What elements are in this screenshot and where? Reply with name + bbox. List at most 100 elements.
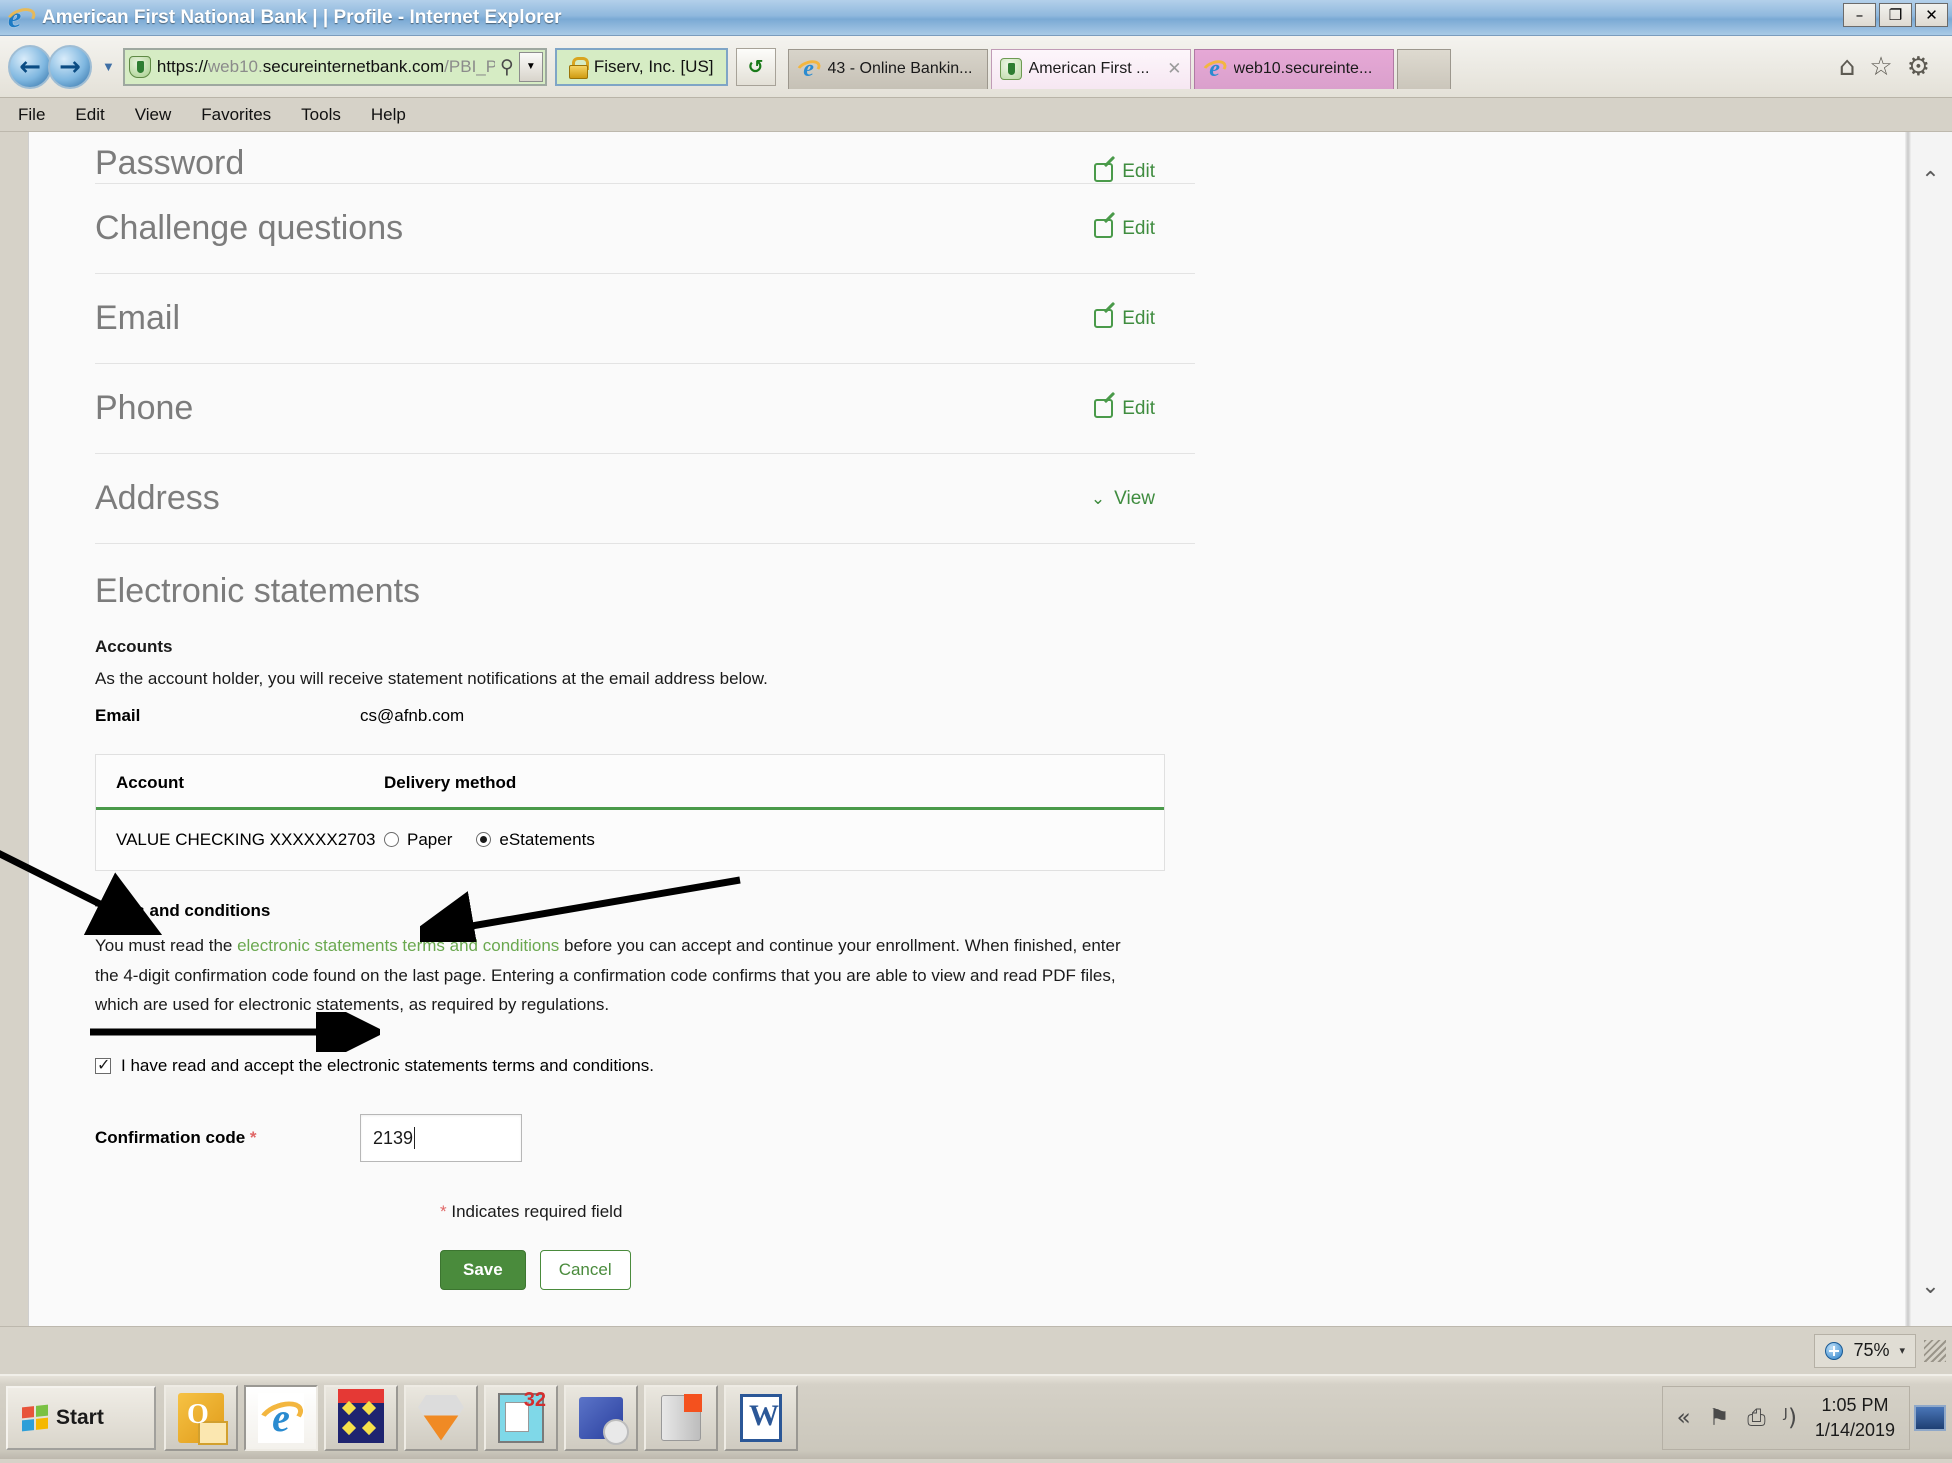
tab-label: 43 - Online Bankin...: [827, 60, 973, 77]
jar-icon: [661, 1393, 702, 1441]
clock[interactable]: 1:05 PM 1/14/2019: [1815, 1393, 1895, 1442]
address-view-link[interactable]: ⌄ View: [1091, 488, 1195, 510]
browser-toolbar: ← → ▼ https://web10.secureinternetbank.c…: [0, 36, 1952, 98]
new-tab-button[interactable]: [1396, 48, 1451, 89]
taskbar-item-remote-desktop-app[interactable]: [564, 1384, 638, 1451]
radio-paper[interactable]: [384, 832, 399, 848]
chevron-down-icon[interactable]: ▾: [1899, 1344, 1905, 1357]
section-title-electronic-statements: Electronic statements: [95, 572, 421, 610]
back-button[interactable]: ←: [8, 44, 52, 89]
scroll-down-icon[interactable]: ⌄: [1909, 1264, 1952, 1308]
email-edit-link[interactable]: Edit: [1094, 308, 1195, 330]
accounts-note: As the account holder, you will receive …: [95, 669, 768, 688]
terms-and-conditions-link[interactable]: electronic statements terms and conditio…: [237, 936, 559, 955]
profile-row-password[interactable]: Password Edit: [95, 138, 1195, 184]
tab-label: American First ...: [1028, 60, 1150, 77]
left-gutter: [0, 132, 28, 1326]
tools-gear-icon[interactable]: ⚙: [1907, 54, 1930, 80]
show-desktop-button[interactable]: [1914, 1404, 1946, 1431]
save-button[interactable]: Save: [440, 1250, 526, 1291]
menu-help[interactable]: Help: [371, 105, 406, 125]
favorites-star-icon[interactable]: ☆: [1869, 54, 1892, 80]
zoom-control[interactable]: 75% ▾: [1814, 1333, 1916, 1368]
confirmation-code-value: 2139: [373, 1127, 414, 1148]
ssl-organization-label: Fiserv, Inc. [US]: [593, 56, 714, 76]
profile-row-email[interactable]: Email Edit: [95, 274, 1195, 364]
accept-terms-checkbox-row[interactable]: I have read and accept the electronic st…: [95, 1055, 1195, 1076]
home-icon[interactable]: ⌂: [1839, 54, 1856, 80]
link-label: Edit: [1122, 161, 1155, 182]
menu-file[interactable]: File: [18, 105, 45, 125]
action-center-flag-icon[interactable]: ⚑: [1709, 1405, 1730, 1431]
close-button[interactable]: ✕: [1915, 3, 1948, 27]
taskbar-item-gem-app[interactable]: [404, 1384, 478, 1451]
taskbar-item-outlook[interactable]: [164, 1384, 238, 1451]
scrollbar-track[interactable]: [1905, 132, 1911, 1326]
cell-account-name: VALUE CHECKING XXXXXX2703: [116, 829, 376, 849]
network-icon[interactable]: ⎙: [1747, 1405, 1765, 1431]
word-icon: [740, 1393, 782, 1442]
internet-explorer-icon: e: [254, 1392, 308, 1443]
email-label: Email: [95, 705, 141, 725]
restore-button[interactable]: ❐: [1879, 3, 1912, 27]
address-bar[interactable]: https://web10.secureinternetbank.com/PBI…: [122, 47, 547, 86]
check-printing-icon: [498, 1389, 546, 1443]
required-note-asterisk: *: [440, 1202, 447, 1222]
menu-tools[interactable]: Tools: [301, 105, 341, 125]
phone-edit-link[interactable]: Edit: [1094, 398, 1195, 420]
password-edit-link[interactable]: Edit: [1094, 161, 1195, 183]
delivery-method-radio-group[interactable]: Paper eStatements: [384, 830, 595, 850]
accept-terms-checkbox[interactable]: [95, 1055, 111, 1075]
menu-view[interactable]: View: [135, 105, 172, 125]
taskbar-item-diamonds-app[interactable]: [324, 1384, 398, 1451]
diamonds-app-icon: [338, 1388, 384, 1443]
email-row: Email cs@afnb.com: [95, 706, 1195, 726]
profile-row-title: Password: [95, 144, 245, 182]
profile-row-phone[interactable]: Phone Edit: [95, 364, 1195, 454]
taskbar-item-check-printing-app[interactable]: [484, 1384, 558, 1451]
taskbar-item-internet-explorer[interactable]: e: [244, 1384, 318, 1451]
tab-close-icon[interactable]: ✕: [1167, 59, 1181, 79]
link-label: Edit: [1122, 217, 1155, 239]
tab-web10-secureinternetbank[interactable]: e web10.secureinte...: [1193, 48, 1394, 89]
forward-button[interactable]: →: [48, 44, 92, 89]
scroll-up-icon[interactable]: ⌃: [1909, 158, 1952, 202]
profile-row-title: Email: [95, 299, 181, 337]
toolbar-icons: ⌂ ☆ ⚙: [1839, 54, 1944, 80]
profile-row-challenge-questions[interactable]: Challenge questions Edit: [95, 184, 1195, 274]
taskbar-item-word[interactable]: [724, 1384, 798, 1451]
profile-row-title: Address: [95, 479, 220, 517]
history-dropdown-caret-icon[interactable]: ▼: [102, 59, 115, 74]
tab-online-banking[interactable]: e 43 - Online Bankin...: [787, 48, 988, 89]
volume-icon[interactable]: ᴶ): [1784, 1405, 1797, 1431]
clock-time: 1:05 PM: [1821, 1395, 1889, 1416]
column-header-account: Account: [116, 772, 184, 792]
resize-grip[interactable]: [1924, 1339, 1946, 1362]
zoom-in-icon[interactable]: [1825, 1341, 1844, 1360]
ssl-certificate-indicator[interactable]: Fiserv, Inc. [US]: [554, 47, 728, 86]
menu-favorites[interactable]: Favorites: [201, 105, 271, 125]
radio-estatements[interactable]: [476, 832, 492, 848]
profile-row-address[interactable]: Address ⌄ View: [95, 454, 1195, 544]
radio-option-paper[interactable]: Paper: [384, 830, 452, 850]
address-dropdown-button[interactable]: ▼: [518, 51, 543, 82]
confirmation-code-input[interactable]: 2139: [360, 1114, 522, 1163]
table-header-row: Account Delivery method: [96, 755, 1164, 810]
challenge-questions-edit-link[interactable]: Edit: [1094, 218, 1195, 240]
start-button[interactable]: Start: [6, 1385, 156, 1450]
minimize-button[interactable]: –: [1843, 3, 1876, 27]
tab-american-first[interactable]: American First ... ✕: [990, 48, 1191, 89]
system-tray: « ⚑ ⎙ ᴶ) 1:05 PM 1/14/2019: [1661, 1385, 1910, 1450]
window-title-bar: e American First National Bank | | Profi…: [0, 0, 1952, 36]
taskbar-item-jar-app[interactable]: [644, 1384, 718, 1451]
search-icon[interactable]: ⚲: [495, 56, 519, 78]
menu-edit[interactable]: Edit: [75, 105, 104, 125]
refresh-button[interactable]: ↺: [735, 47, 776, 86]
radio-option-estatements[interactable]: eStatements: [476, 830, 595, 850]
form-action-buttons: Save Cancel: [440, 1250, 1195, 1291]
edit-pencil-icon: [1094, 309, 1114, 328]
edit-pencil-icon: [1094, 162, 1114, 182]
cancel-button[interactable]: Cancel: [539, 1250, 631, 1291]
page-scrollbar[interactable]: ⌃ ⌄: [1905, 132, 1952, 1326]
show-hidden-icons-icon[interactable]: «: [1677, 1405, 1691, 1431]
